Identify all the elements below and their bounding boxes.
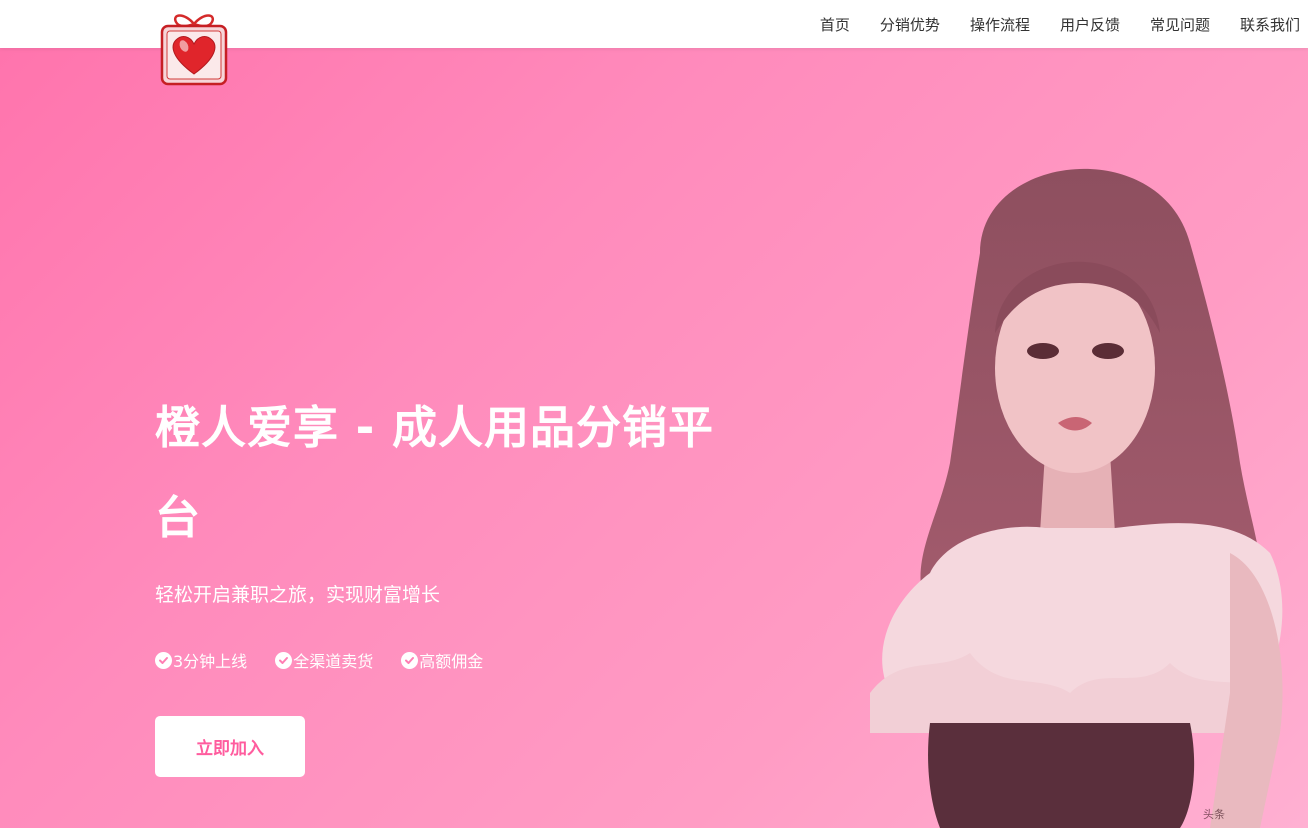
feature-item: 高额佣金 (401, 648, 483, 672)
nav-menu: 首页 分销优势 操作流程 用户反馈 常见问题 联系我们 (820, 0, 1300, 48)
feature-item: 3分钟上线 (155, 648, 247, 672)
hero-section: 橙人爱享 - 成人用品分销平台 轻松开启兼职之旅，实现财富增长 3分钟上线 全渠… (0, 48, 1308, 828)
join-button[interactable]: 立即加入 (155, 716, 305, 777)
feature-label: 全渠道卖货 (293, 652, 374, 671)
feature-list: 3分钟上线 全渠道卖货 高额佣金 (155, 648, 511, 672)
check-circle-icon (275, 651, 293, 669)
nav-item-process[interactable]: 操作流程 (970, 14, 1030, 35)
nav-item-contact[interactable]: 联系我们 (1240, 14, 1300, 35)
check-circle-icon (401, 651, 419, 669)
nav-item-faq[interactable]: 常见问题 (1150, 14, 1210, 35)
feature-label: 3分钟上线 (173, 652, 248, 671)
watermark-text: 头条 (1203, 808, 1225, 821)
feature-item: 全渠道卖货 (275, 648, 373, 672)
gift-heart-icon[interactable] (158, 10, 230, 88)
feature-label: 高额佣金 (419, 652, 484, 671)
nav-item-feedback[interactable]: 用户反馈 (1060, 14, 1120, 35)
hero-subtitle: 轻松开启兼职之旅，实现财富增长 (155, 584, 441, 606)
check-circle-icon (155, 651, 172, 669)
model-portrait-image (830, 133, 1308, 828)
nav-item-home[interactable]: 首页 (820, 14, 850, 35)
nav-item-advantages[interactable]: 分销优势 (880, 14, 940, 35)
hero-title: 橙人爱享 - 成人用品分销平台 (155, 401, 715, 544)
